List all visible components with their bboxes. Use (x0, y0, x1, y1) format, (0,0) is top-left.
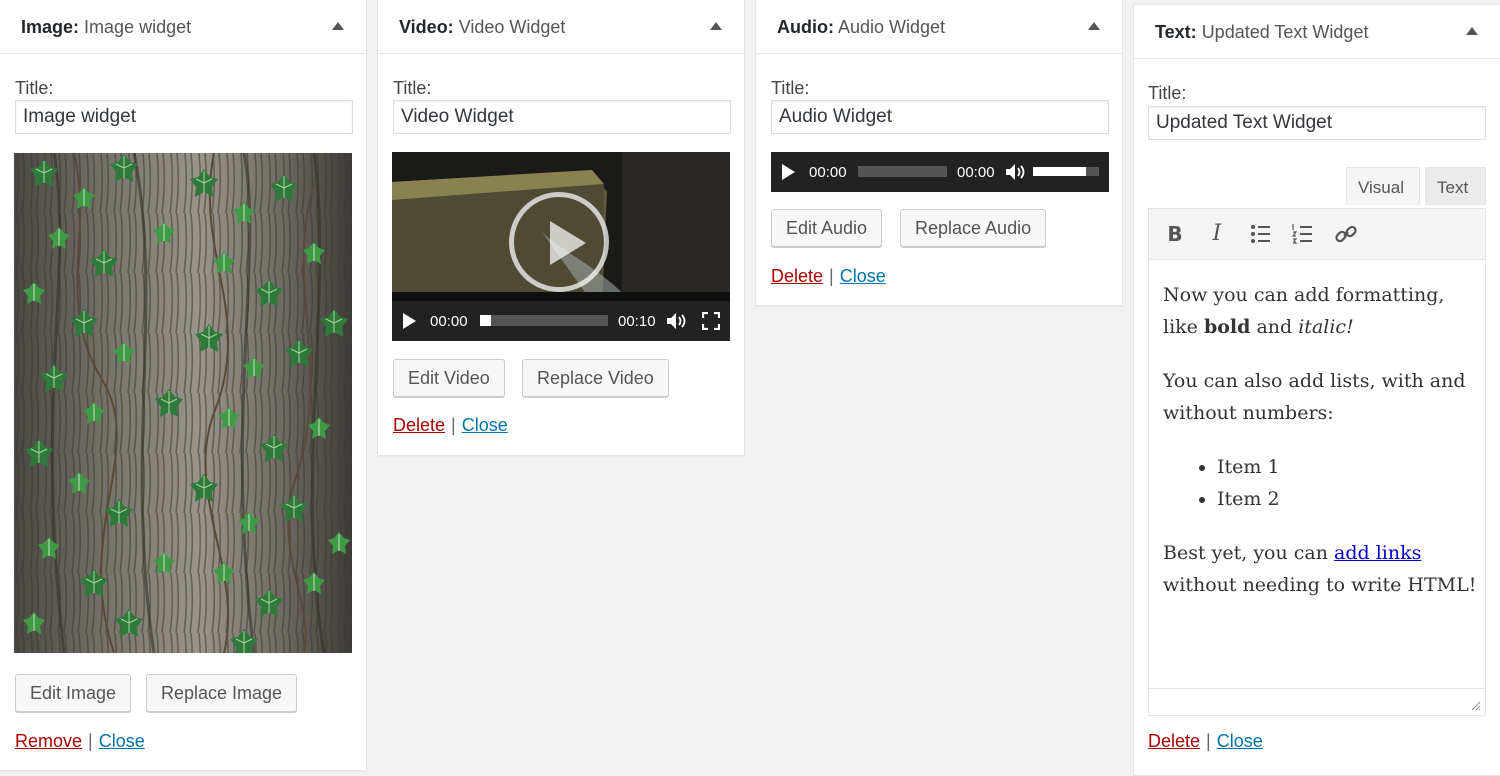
title-label: Title: (15, 78, 54, 98)
title-label: Title: (393, 78, 432, 98)
collapse-arrow-icon[interactable] (1466, 27, 1478, 35)
resize-handle-icon[interactable] (1469, 699, 1481, 711)
video-widget-header[interactable]: Video: Video Widget (378, 0, 744, 54)
link-separator: | (829, 266, 834, 286)
text-widget-header[interactable]: Text: Updated Text Widget (1134, 5, 1500, 59)
link-separator: | (451, 415, 456, 435)
widget-actions: Remove | Close (15, 731, 145, 752)
italic-text: italic! (1298, 316, 1354, 338)
title-input[interactable] (771, 100, 1109, 134)
big-play-icon[interactable] (509, 192, 609, 292)
bold-icon[interactable]: B (1162, 221, 1188, 247)
link-separator: | (88, 731, 93, 751)
current-time: 00:00 (809, 164, 847, 181)
image-widget-title: Image: Image widget (21, 17, 191, 37)
list-item: Item 2 (1217, 483, 1479, 515)
volume-slider[interactable] (1033, 167, 1099, 176)
remove-link[interactable]: Remove (15, 731, 82, 751)
replace-video-button[interactable]: Replace Video (522, 359, 669, 397)
delete-link[interactable]: Delete (771, 266, 823, 286)
replace-image-button[interactable]: Replace Image (146, 674, 298, 712)
progress-rail[interactable] (480, 315, 608, 326)
play-icon[interactable] (403, 313, 416, 329)
widget-type: Image: (21, 17, 80, 37)
paragraph-lists: You can also add lists, with and without… (1163, 370, 1466, 424)
title-label: Title: (1148, 83, 1187, 103)
widget-instance-title: Updated Text Widget (1201, 22, 1369, 42)
widget-type: Video: (399, 17, 454, 37)
editor-toolbar: B I (1149, 209, 1485, 260)
title-label: Title: (771, 78, 810, 98)
edit-video-button[interactable]: Edit Video (393, 359, 505, 397)
text-widget: Text: Updated Text Widget Title: Visual … (1133, 4, 1500, 776)
volume-icon[interactable] (1005, 163, 1027, 181)
numbered-list-icon[interactable] (1290, 221, 1316, 247)
audio-widget-header[interactable]: Audio: Audio Widget (756, 0, 1122, 54)
tab-visual[interactable]: Visual (1346, 167, 1420, 205)
edit-audio-button[interactable]: Edit Audio (771, 209, 883, 247)
bullet-list-icon[interactable] (1248, 221, 1274, 247)
collapse-arrow-icon[interactable] (1088, 22, 1100, 30)
widget-actions: Delete | Close (1148, 731, 1263, 752)
text-widget-title: Text: Updated Text Widget (1155, 22, 1368, 42)
italic-icon[interactable]: I (1204, 221, 1230, 247)
video-player[interactable]: 00:00 00:10 (392, 152, 730, 341)
video-controls: 00:00 00:10 (392, 301, 730, 341)
progress-rail[interactable] (858, 166, 947, 177)
fullscreen-icon[interactable] (702, 312, 720, 330)
close-link[interactable]: Close (99, 731, 145, 751)
title-input[interactable] (15, 100, 353, 134)
link-separator: | (1206, 731, 1211, 751)
bold-text: bold (1203, 316, 1251, 338)
audio-widget-title: Audio: Audio Widget (777, 17, 945, 37)
widget-instance-title: Image widget (84, 17, 192, 37)
close-link[interactable]: Close (1217, 731, 1263, 751)
widget-actions: Delete | Close (393, 415, 508, 436)
audio-player[interactable]: 00:00 00:00 (771, 152, 1109, 192)
collapse-arrow-icon[interactable] (332, 22, 344, 30)
video-widget: Video: Video Widget Title: 00:00 00:10 (377, 0, 745, 456)
text-run: Best yet, you can (1163, 542, 1335, 564)
play-icon[interactable] (782, 164, 795, 180)
text-run: without needing to write HTML! (1163, 574, 1477, 596)
collapse-arrow-icon[interactable] (710, 22, 722, 30)
title-input[interactable] (393, 100, 731, 134)
widget-instance-title: Audio Widget (838, 17, 946, 37)
replace-audio-button[interactable]: Replace Audio (900, 209, 1047, 247)
widget-type: Text: (1155, 22, 1197, 42)
content-link[interactable]: add links (1334, 542, 1421, 564)
widget-actions: Delete | Close (771, 266, 886, 287)
link-icon[interactable] (1333, 221, 1359, 247)
video-widget-title: Video: Video Widget (399, 17, 565, 37)
ivy-bark-image (14, 153, 352, 653)
editor-content[interactable]: Now you can add formatting, like bold an… (1163, 279, 1479, 623)
close-link[interactable]: Close (840, 266, 886, 286)
edit-image-button[interactable]: Edit Image (15, 674, 132, 712)
paragraph-formatting: Now you can add formatting, like bold an… (1163, 279, 1479, 343)
list-item: Item 1 (1217, 451, 1479, 483)
title-input[interactable] (1148, 106, 1486, 140)
image-preview[interactable] (14, 153, 352, 653)
image-widget: Image: Image widget Title: Image widget … (0, 0, 367, 771)
paragraph-links: Best yet, you can add links without need… (1163, 537, 1479, 601)
duration: 00:10 (618, 313, 656, 330)
audio-widget: Audio: Audio Widget Title: 00:00 00:00 E… (755, 0, 1123, 306)
widget-instance-title: Video Widget (458, 17, 566, 37)
editor-status-bar (1149, 688, 1485, 715)
bullet-list: Item 1 Item 2 (1163, 451, 1479, 515)
duration: 00:00 (957, 164, 995, 181)
text-run: and (1250, 316, 1299, 338)
rich-text-editor: B I Now you can add formatting, like bol… (1148, 208, 1486, 716)
volume-icon[interactable] (666, 312, 688, 330)
tab-text[interactable]: Text (1425, 167, 1486, 205)
current-time: 00:00 (430, 313, 468, 330)
image-widget-header[interactable]: Image: Image widget (0, 0, 366, 54)
progress-fill (480, 315, 491, 326)
delete-link[interactable]: Delete (393, 415, 445, 435)
delete-link[interactable]: Delete (1148, 731, 1200, 751)
close-link[interactable]: Close (462, 415, 508, 435)
widget-type: Audio: (777, 17, 834, 37)
volume-fill (1033, 167, 1086, 176)
